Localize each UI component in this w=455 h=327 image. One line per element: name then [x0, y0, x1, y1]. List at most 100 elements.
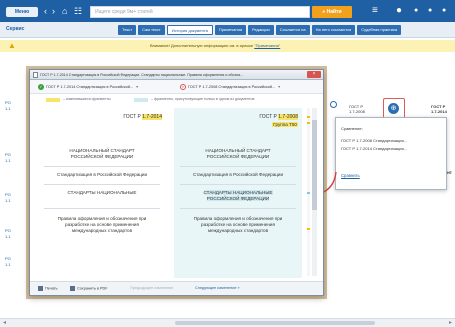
tab-court-practice[interactable]: Судебная практика — [357, 25, 402, 35]
close-button[interactable]: × — [307, 71, 321, 78]
divider — [180, 184, 296, 185]
tab-text[interactable]: Текст — [118, 25, 137, 35]
divider — [44, 166, 160, 167]
document-link[interactable]: ГОСТ Р 1.7-2008 — [349, 104, 365, 114]
legend-swatch-changed — [46, 98, 60, 102]
list-item[interactable]: 1.1 — [5, 234, 11, 239]
popup-title: Сравнение: — [341, 126, 363, 131]
menu-button[interactable]: Меню — [6, 7, 38, 17]
document-tabbar: Сервис Текст Сам текст История документа… — [0, 22, 455, 38]
compare-window-footer: Печать Сохранить в PDF Предыдущее измене… — [30, 281, 323, 295]
scroll-right-icon[interactable]: ▸ — [449, 319, 452, 327]
dot-icon[interactable]: ● — [414, 5, 418, 17]
warning-icon: ▲ — [8, 41, 16, 50]
legend-label-absent: – фрагменты, присутствующие только в одн… — [151, 97, 255, 101]
right-document-select[interactable]: × ГОСТ Р 1.7-2008 Стандартизация в Россий… — [180, 83, 280, 91]
left-document-column: ГОСТ Р 1.7-2014 НАЦИОНАЛЬНЫЙ СТАНДАРТ РО… — [38, 108, 166, 278]
title-standards: СТАНДАРТЫ НАЦИОНАЛЬНЫЕ РОССИЙСКОЙ ФЕДЕРА… — [203, 190, 273, 201]
forward-icon[interactable]: › — [52, 6, 55, 16]
document-selectors: ✓ ГОСТ Р 1.7-2014 Стандартизация в Россий… — [30, 80, 323, 94]
popup-item[interactable]: ГОСТ Р 1.7-2008 Стандартизация... — [341, 138, 407, 143]
left-list: PO 1.1 PO 1.1 PO 1.1 PO 1.1 PO 1.1 — [0, 60, 20, 267]
list-item[interactable]: PO — [5, 228, 11, 233]
divider — [44, 184, 160, 185]
legend: – изменившиеся фрагменты – фрагменты, пр… — [30, 94, 323, 106]
divider — [180, 166, 296, 167]
list-item[interactable]: PO — [5, 100, 11, 105]
compare-window-title: ГОСТ Р 1.7-2014 Стандартизация в Российс… — [30, 70, 323, 80]
compare-window: ГОСТ Р 1.7-2014 Стандартизация в Российс… — [29, 69, 324, 296]
save-pdf-button[interactable]: Сохранить в PDF — [70, 286, 108, 291]
menu-lines-icon[interactable]: ≡ — [372, 5, 378, 17]
change-marker[interactable] — [307, 228, 310, 230]
list-item[interactable]: 1.1 — [5, 262, 11, 267]
list-item[interactable]: PO — [5, 192, 11, 197]
grid-icon[interactable]: ☷ — [74, 6, 82, 16]
list-item[interactable]: PO — [5, 152, 11, 157]
find-button[interactable]: ⌕ Найти — [312, 6, 352, 18]
change-marker[interactable] — [307, 122, 310, 124]
vertical-scrollbar[interactable] — [312, 108, 317, 276]
tab-referred-by[interactable]: На него ссылаются — [311, 25, 356, 35]
legend-label-changed: – изменившиеся фрагменты — [63, 97, 111, 101]
notice-bar: ▲ Внимание! Дополнительную информацию см… — [0, 40, 455, 52]
prev-change-button[interactable]: Предыдущее изменение — [130, 286, 173, 290]
document-icon — [33, 72, 38, 78]
title-standardization: Стандартизация в Российской Федерации — [192, 172, 284, 177]
close-icon: × — [312, 71, 316, 77]
divider — [180, 208, 296, 209]
list-item[interactable]: 1.1 — [5, 158, 11, 163]
pdf-icon — [70, 286, 75, 291]
search-input[interactable]: Ищите среди 9м+ статей — [90, 6, 310, 18]
gost-number: ГОСТ Р 1.7-2014 — [123, 114, 162, 120]
compare-icon[interactable]: ⊕ — [388, 103, 399, 114]
notice-link[interactable]: "Примечания" — [254, 43, 280, 48]
tab-list: Текст Сам текст История документа Примеч… — [118, 25, 402, 35]
title-rules: Правила оформления и обозначения при раз… — [193, 216, 283, 233]
printer-icon — [38, 286, 43, 291]
title-rules: Правила оформления и обозначения при раз… — [57, 216, 147, 233]
home-icon[interactable]: ⌂ — [62, 6, 67, 16]
legend-swatch-absent — [134, 98, 148, 102]
tab-refers-to[interactable]: Ссылается на — [275, 25, 310, 35]
list-item[interactable]: PO — [5, 256, 11, 261]
change-marker[interactable] — [307, 116, 310, 118]
change-marker[interactable] — [307, 192, 310, 194]
scrollbar-thumb[interactable] — [175, 321, 375, 325]
group-label: Группа Т50 — [272, 122, 298, 127]
title-standardization: Стандартизация в Российской Федерации — [56, 172, 148, 177]
check-icon: ✓ — [38, 84, 44, 90]
list-item[interactable]: 1.1 — [5, 106, 11, 111]
tab-editions[interactable]: Редакции — [247, 25, 274, 35]
document-link[interactable]: ГОСТ Р 1.7-2014 — [431, 104, 447, 114]
find-label: Найти — [326, 9, 342, 15]
title-national: НАЦИОНАЛЬНЫЙ СТАНДАРТ РОССИЙСКОЙ ФЕДЕРАЦ… — [69, 148, 135, 159]
chevron-down-icon: ▾ — [136, 85, 139, 89]
tab-history[interactable]: История документа — [166, 25, 213, 35]
next-change-button[interactable]: Следующее изменение » — [195, 286, 240, 290]
info-icon[interactable]: ● — [396, 5, 402, 17]
scroll-left-icon[interactable]: ◂ — [3, 319, 6, 327]
scrollbar-thumb[interactable] — [312, 120, 317, 210]
change-markers — [307, 108, 310, 276]
horizontal-scrollbar[interactable]: ◂ ▸ — [0, 318, 455, 327]
notice-text: Внимание! Дополнительную информацию см. … — [150, 43, 281, 48]
print-button[interactable]: Печать — [38, 286, 57, 291]
dot-icon[interactable]: ● — [428, 5, 432, 17]
dot-icon[interactable]: ● — [442, 5, 446, 17]
title-standards: СТАНДАРТЫ НАЦИОНАЛЬНЫЕ — [67, 190, 137, 195]
tab-notes[interactable]: Примечания — [214, 25, 246, 35]
list-item[interactable]: 1.1 — [5, 198, 11, 203]
popup-item[interactable]: ГОСТ Р 1.7-2014 Стандартизация... — [341, 146, 407, 151]
top-toolbar: Меню ‹ › ⌂ ☷ Ищите среди 9м+ статей ⌕ На… — [0, 0, 455, 22]
title-national: НАЦИОНАЛЬНЫЙ СТАНДАРТ РОССИЙСКОЙ ФЕДЕРАЦ… — [205, 148, 271, 159]
chevron-down-icon: ▾ — [278, 85, 281, 89]
left-document-select[interactable]: ✓ ГОСТ Р 1.7-2014 Стандартизация в Россий… — [38, 83, 138, 91]
right-document-column: ГОСТ Р 1.7-2008 Группа Т50 НАЦИОНАЛЬНЫЙ … — [174, 108, 302, 278]
cross-icon: × — [180, 84, 186, 90]
tab-own-text[interactable]: Сам текст — [138, 25, 165, 35]
compare-small-icon[interactable] — [330, 101, 337, 108]
service-logo[interactable]: Сервис — [6, 26, 24, 32]
gost-number: ГОСТ Р 1.7-2008 — [259, 114, 298, 120]
back-icon[interactable]: ‹ — [44, 6, 47, 16]
